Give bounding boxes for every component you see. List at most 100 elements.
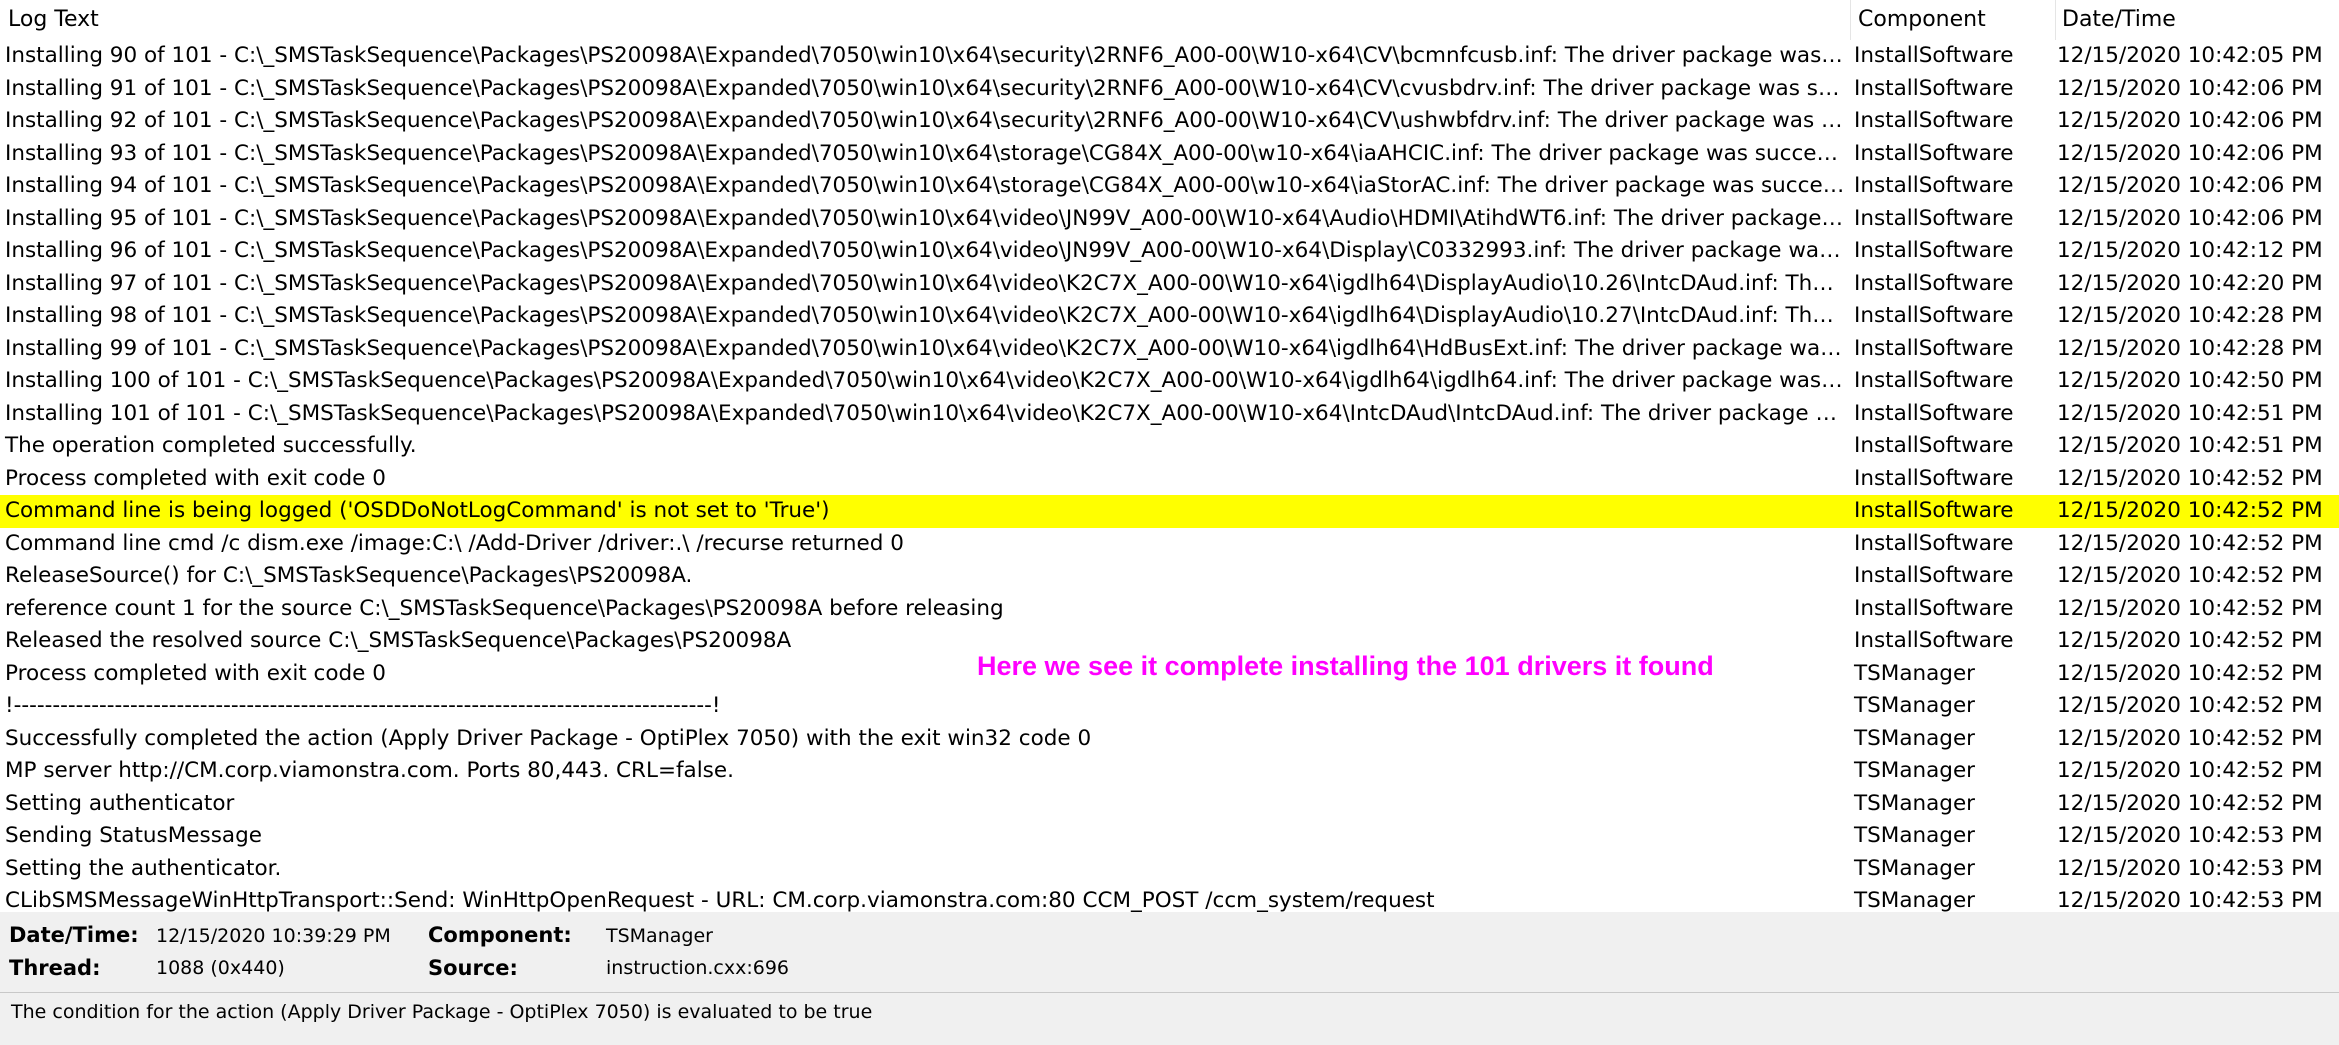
column-header-row: Log Text Component Date/Time (0, 0, 2339, 40)
datetime-cell: 12/15/2020 10:42:06 PM (2057, 108, 2323, 133)
table-row[interactable]: Installing 95 of 101 - C:\_SMSTaskSequen… (0, 203, 2339, 236)
table-row[interactable]: The operation completed successfully. Ins… (0, 430, 2339, 463)
component-cell: InstallSoftware (1854, 400, 2014, 426)
log-text-cell: Installing 94 of 101 - C:\_SMSTaskSequen… (5, 173, 1850, 198)
detail-thread-value: 1088 (0x440) (156, 957, 285, 979)
table-row[interactable]: Sending StatusMessage TSManager 12/15/2020… (0, 820, 2339, 853)
table-row[interactable]: Installing 101 of 101 - C:\_SMSTaskSeque… (0, 398, 2339, 431)
log-text-cell: Successfully completed the action (Apply… (5, 725, 1092, 751)
table-row[interactable]: Installing 94 of 101 - C:\_SMSTaskSequen… (0, 170, 2339, 203)
table-row[interactable]: Installing 99 of 101 - C:\_SMSTaskSequen… (0, 333, 2339, 366)
log-list[interactable]: Log Text Component Date/Time Installing … (0, 0, 2339, 912)
annotation-callout: Here we see it complete installing the 1… (977, 651, 1714, 681)
log-text-cell: CLibSMSMessageWinHttpTransport::Send: Wi… (5, 888, 1435, 912)
datetime-cell: 12/15/2020 10:42:52 PM (2057, 628, 2323, 653)
component-cell: InstallSoftware (1854, 335, 2014, 361)
log-text-cell: Sending StatusMessage (5, 823, 262, 848)
component-cell: InstallSoftware (1854, 498, 2014, 523)
log-text-cell: Installing 92 of 101 - C:\_SMSTaskSequen… (5, 108, 1850, 133)
component-cell: InstallSoftware (1854, 303, 2014, 328)
log-text-cell: ReleaseSource() for C:\_SMSTaskSequence\… (5, 563, 693, 588)
component-cell: TSManager (1854, 660, 1976, 686)
log-text-cell: Installing 91 of 101 - C:\_SMSTaskSequen… (5, 75, 1850, 101)
log-text-cell: Installing 95 of 101 - C:\_SMSTaskSequen… (5, 205, 1850, 231)
table-row[interactable]: CLibSMSMessageWinHttpTransport::Send: Wi… (0, 885, 2339, 912)
table-row[interactable]: Command line cmd /c dism.exe /image:C:\ … (0, 528, 2339, 561)
table-row-highlighted[interactable]: Command line is being logged ('OSDDoNotL… (0, 495, 2339, 528)
datetime-cell: 12/15/2020 10:42:52 PM (2057, 595, 2323, 621)
log-text-cell: Command line cmd /c dism.exe /image:C:\ … (5, 530, 904, 556)
datetime-cell: 12/15/2020 10:42:52 PM (2057, 725, 2323, 751)
column-header-datetime[interactable]: Date/Time (2055, 0, 2339, 40)
datetime-cell: 12/15/2020 10:42:28 PM (2057, 335, 2323, 361)
table-row[interactable]: Successfully completed the action (Apply… (0, 723, 2339, 756)
log-rows: Installing 90 of 101 - C:\_SMSTaskSequen… (0, 40, 2339, 912)
detail-thread-label: Thread: (9, 956, 101, 980)
table-row[interactable]: Installing 90 of 101 - C:\_SMSTaskSequen… (0, 40, 2339, 73)
datetime-cell: 12/15/2020 10:42:06 PM (2057, 75, 2323, 101)
datetime-cell: 12/15/2020 10:42:06 PM (2057, 140, 2323, 166)
detail-message-box[interactable]: The condition for the action (Apply Driv… (0, 992, 2339, 1045)
table-row[interactable]: Installing 97 of 101 - C:\_SMSTaskSequen… (0, 268, 2339, 301)
datetime-cell: 12/15/2020 10:42:51 PM (2057, 400, 2323, 426)
log-text-cell: Setting authenticator (5, 790, 235, 816)
component-cell: TSManager (1854, 855, 1976, 881)
component-cell: InstallSoftware (1854, 75, 2014, 101)
log-text-cell: The operation completed successfully. (5, 433, 417, 458)
component-cell: InstallSoftware (1854, 368, 2014, 393)
log-text-cell: Installing 100 of 101 - C:\_SMSTaskSeque… (5, 368, 1850, 393)
log-text-cell: Installing 93 of 101 - C:\_SMSTaskSequen… (5, 140, 1850, 166)
datetime-cell: 12/15/2020 10:42:52 PM (2057, 465, 2323, 491)
component-cell: InstallSoftware (1854, 563, 2014, 588)
table-row[interactable]: ReleaseSource() for C:\_SMSTaskSequence\… (0, 560, 2339, 593)
detail-component-value: TSManager (606, 925, 713, 947)
log-text-cell: MP server http://CM.corp.viamonstra.com.… (5, 758, 734, 783)
column-header-log-text[interactable]: Log Text (0, 0, 1850, 40)
table-row[interactable]: Installing 96 of 101 - C:\_SMSTaskSequen… (0, 235, 2339, 268)
table-row[interactable]: !---------------------------------------… (0, 690, 2339, 723)
table-row[interactable]: reference count 1 for the source C:\_SMS… (0, 593, 2339, 626)
details-pane: Date/Time: 12/15/2020 10:39:29 PM Compon… (0, 912, 2339, 1045)
log-viewer: Log Text Component Date/Time Installing … (0, 0, 2339, 1045)
component-cell: InstallSoftware (1854, 238, 2014, 263)
component-cell: TSManager (1854, 725, 1976, 751)
component-cell: InstallSoftware (1854, 270, 2014, 296)
component-cell: InstallSoftware (1854, 173, 2014, 198)
datetime-cell: 12/15/2020 10:42:52 PM (2057, 790, 2323, 816)
log-text-cell: Installing 98 of 101 - C:\_SMSTaskSequen… (5, 303, 1850, 328)
datetime-cell: 12/15/2020 10:42:52 PM (2057, 563, 2323, 588)
detail-source-label: Source: (428, 956, 518, 980)
table-row[interactable]: Setting authenticator TSManager 12/15/2020… (0, 788, 2339, 821)
column-header-component[interactable]: Component (1850, 0, 2055, 40)
table-row[interactable]: Installing 93 of 101 - C:\_SMSTaskSequen… (0, 138, 2339, 171)
component-cell: TSManager (1854, 790, 1976, 816)
log-text-cell: reference count 1 for the source C:\_SMS… (5, 595, 1004, 621)
component-cell: TSManager (1854, 758, 1976, 783)
component-cell: TSManager (1854, 823, 1976, 848)
table-row[interactable]: Installing 100 of 101 - C:\_SMSTaskSeque… (0, 365, 2339, 398)
table-row[interactable]: Installing 98 of 101 - C:\_SMSTaskSequen… (0, 300, 2339, 333)
datetime-cell: 12/15/2020 10:42:06 PM (2057, 173, 2323, 198)
component-cell: InstallSoftware (1854, 433, 2014, 458)
detail-datetime-value: 12/15/2020 10:39:29 PM (156, 925, 391, 947)
component-cell: InstallSoftware (1854, 628, 2014, 653)
datetime-cell: 12/15/2020 10:42:52 PM (2057, 498, 2323, 523)
datetime-cell: 12/15/2020 10:42:12 PM (2057, 238, 2323, 263)
log-text-cell: Installing 97 of 101 - C:\_SMSTaskSequen… (5, 270, 1850, 296)
table-row[interactable]: Installing 91 of 101 - C:\_SMSTaskSequen… (0, 73, 2339, 106)
datetime-cell: 12/15/2020 10:42:51 PM (2057, 433, 2323, 458)
datetime-cell: 12/15/2020 10:42:52 PM (2057, 693, 2323, 718)
log-text-cell: Installing 96 of 101 - C:\_SMSTaskSequen… (5, 238, 1850, 263)
table-row[interactable]: MP server http://CM.corp.viamonstra.com.… (0, 755, 2339, 788)
component-cell: InstallSoftware (1854, 43, 2014, 68)
log-text-cell: Setting the authenticator. (5, 855, 282, 881)
detail-component-label: Component: (428, 923, 572, 947)
detail-datetime-label: Date/Time: (9, 923, 139, 947)
datetime-cell: 12/15/2020 10:42:20 PM (2057, 270, 2323, 296)
datetime-cell: 12/15/2020 10:42:52 PM (2057, 758, 2323, 783)
table-row[interactable]: Installing 92 of 101 - C:\_SMSTaskSequen… (0, 105, 2339, 138)
table-row[interactable]: Process completed with exit code 0 Instal… (0, 463, 2339, 496)
datetime-cell: 12/15/2020 10:42:50 PM (2057, 368, 2323, 393)
table-row[interactable]: Setting the authenticator. TSManager 12/15… (0, 853, 2339, 886)
component-cell: InstallSoftware (1854, 595, 2014, 621)
